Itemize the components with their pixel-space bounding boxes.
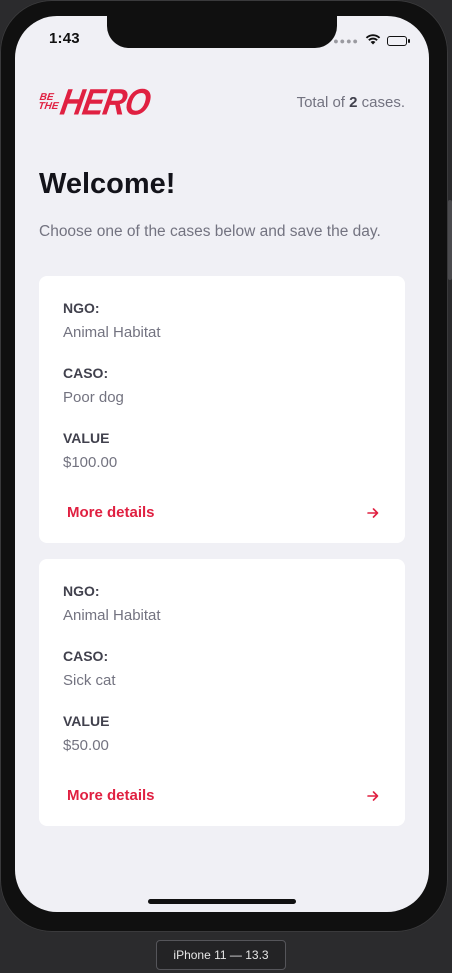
value-amount: $100.00 <box>63 454 118 471</box>
value-label: VALUE <box>63 713 110 729</box>
window-scrollbar[interactable] <box>448 200 452 280</box>
wifi-icon <box>365 32 381 50</box>
value-amount: $50.00 <box>63 737 109 754</box>
ngo-value: Animal Habitat <box>63 607 161 624</box>
device-frame: 1:43 ●●●● BE THE HERO Total of 2 cases. <box>0 0 448 932</box>
total-cases: Total of 2 cases. <box>296 93 405 111</box>
app-header: BE THE HERO Total of 2 cases. <box>37 80 405 124</box>
signal-icon: ●●●● <box>333 36 359 46</box>
status-time: 1:43 <box>49 30 80 47</box>
case-label: CASO: <box>63 648 109 664</box>
device-screen: 1:43 ●●●● BE THE HERO Total of 2 cases. <box>15 16 429 912</box>
ngo-label: NGO: <box>63 300 100 316</box>
battery-icon <box>387 36 410 46</box>
more-details-label: More details <box>67 787 155 804</box>
case-label: CASO: <box>63 365 109 381</box>
be-the-hero-logo: BE THE HERO <box>37 81 154 122</box>
incident-card: NGO: Animal Habitat CASO: Sick cat VALUE… <box>39 559 405 826</box>
logo-big-text: HERO <box>57 80 154 123</box>
logo-small-text: BE THE <box>37 92 60 112</box>
value-label: VALUE <box>63 430 110 446</box>
arrow-right-icon <box>365 788 381 804</box>
home-indicator[interactable] <box>148 899 296 904</box>
case-value: Sick cat <box>63 672 116 689</box>
ngo-label: NGO: <box>63 583 100 599</box>
ngo-value: Animal Habitat <box>63 324 161 341</box>
more-details-button[interactable]: More details <box>67 787 381 804</box>
device-label: iPhone 11 — 13.3 <box>156 940 286 970</box>
page-description: Choose one of the cases below and save t… <box>39 223 381 240</box>
arrow-right-icon <box>365 505 381 521</box>
case-value: Poor dog <box>63 389 124 406</box>
more-details-button[interactable]: More details <box>67 504 381 521</box>
page-title: Welcome! <box>39 168 176 200</box>
incident-card: NGO: Animal Habitat CASO: Poor dog VALUE… <box>39 276 405 543</box>
status-indicators: ●●●● <box>333 32 410 50</box>
device-notch <box>107 16 337 48</box>
more-details-label: More details <box>67 504 155 521</box>
